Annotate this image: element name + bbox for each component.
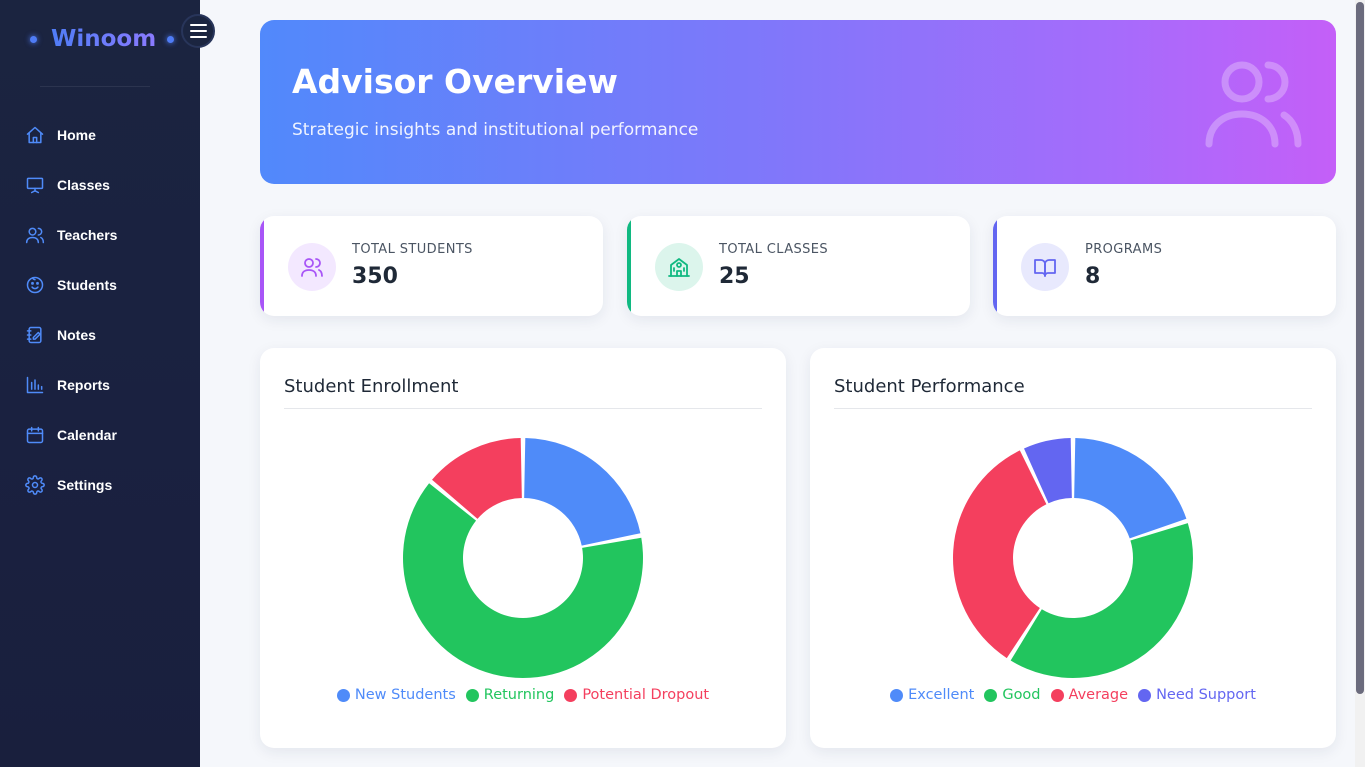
users-icon <box>25 227 45 244</box>
chart-title: Student Performance <box>834 376 1025 397</box>
performance-chart-card: Student Performance Excellent Good Average… <box>810 348 1336 748</box>
bar-chart-icon <box>26 376 44 394</box>
donut-slice-good[interactable] <box>1010 523 1193 678</box>
legend-swatch <box>984 688 998 702</box>
sidebar-item-home[interactable]: Home <box>0 110 200 160</box>
legend-swatch <box>336 688 350 702</box>
performance-legend: Excellent Good Average Need Support <box>810 687 1336 703</box>
divider <box>834 408 1312 409</box>
performance-donut-chart[interactable] <box>943 428 1203 688</box>
legend-item[interactable]: New Students <box>336 687 456 703</box>
gear-icon <box>25 475 45 495</box>
stat-label: PROGRAMS <box>1085 242 1163 257</box>
stat-value: 8 <box>1085 264 1101 289</box>
stat-card-total-classes[interactable]: TOTAL CLASSES 25 <box>627 216 970 316</box>
sidebar-item-label: Students <box>57 277 117 293</box>
legend-swatch <box>1050 688 1064 702</box>
legend-item[interactable]: Returning <box>465 687 555 703</box>
legend-swatch <box>564 688 578 702</box>
stat-icon-circle <box>288 243 336 291</box>
enrollment-donut-chart[interactable] <box>393 428 653 688</box>
stat-value: 350 <box>352 264 398 289</box>
legend-swatch <box>465 688 479 702</box>
enrollment-chart-card: Student Enrollment New Students Returning… <box>260 348 786 748</box>
home-icon <box>26 126 44 144</box>
page-scrollbar[interactable] <box>1355 0 1365 767</box>
legend-swatch <box>1138 688 1152 702</box>
hamburger-icon-line <box>189 30 207 32</box>
chart-title: Student Enrollment <box>284 376 459 397</box>
stat-accent-bar <box>627 216 631 316</box>
sidebar-nav: Home Classes Teachers Students Notes Rep… <box>0 110 200 510</box>
legend-label: Average <box>1068 687 1129 703</box>
stat-icon-circle <box>1021 243 1069 291</box>
brand-name: Winoom <box>51 26 157 52</box>
legend-item[interactable]: Potential Dropout <box>564 687 709 703</box>
divider <box>284 408 762 409</box>
sidebar: Winoom Home Classes Teachers Students No… <box>0 0 200 767</box>
book-open-icon <box>1034 259 1056 277</box>
presentation-icon <box>26 177 44 194</box>
legend-label: New Students <box>354 687 456 703</box>
page-subtitle: Strategic insights and institutional per… <box>292 120 699 140</box>
overview-banner: Advisor Overview Strategic insights and … <box>260 20 1336 184</box>
sidebar-item-teachers[interactable]: Teachers <box>0 210 200 260</box>
brand-divider <box>40 86 150 87</box>
calendar-icon <box>26 426 44 444</box>
sidebar-item-label: Calendar <box>57 427 117 443</box>
hamburger-icon <box>189 24 207 26</box>
sidebar-item-label: Settings <box>57 477 113 493</box>
legend-label: Need Support <box>1156 687 1256 703</box>
brand-dot-left <box>30 35 37 43</box>
stat-label: TOTAL STUDENTS <box>352 242 473 257</box>
hamburger-icon-line <box>189 36 207 38</box>
school-icon <box>668 258 690 277</box>
enrollment-legend: New Students Returning Potential Dropout <box>260 687 786 703</box>
stat-label: TOTAL CLASSES <box>719 242 829 257</box>
brand-logo[interactable]: Winoom <box>30 24 175 54</box>
brand-dot-right <box>167 35 175 43</box>
menu-toggle-button[interactable] <box>181 14 215 48</box>
stat-card-programs[interactable]: PROGRAMS 8 <box>993 216 1336 316</box>
donut-slice-excellent[interactable] <box>1074 438 1187 539</box>
legend-label: Potential Dropout <box>582 687 710 703</box>
users-icon <box>301 258 323 277</box>
sidebar-item-label: Notes <box>57 327 96 343</box>
sidebar-item-notes[interactable]: Notes <box>0 310 200 360</box>
smiley-icon <box>26 276 44 294</box>
sidebar-item-students[interactable]: Students <box>0 260 200 310</box>
legend-label: Returning <box>483 687 555 703</box>
sidebar-item-label: Teachers <box>57 227 118 243</box>
stat-value: 25 <box>719 264 750 289</box>
notebook-icon <box>26 326 42 344</box>
page-title: Advisor Overview <box>292 62 618 101</box>
legend-item[interactable]: Average <box>1050 687 1129 703</box>
sidebar-item-calendar[interactable]: Calendar <box>0 410 200 460</box>
legend-swatch <box>890 688 904 702</box>
stat-accent-bar <box>260 216 264 316</box>
stat-icon-circle <box>655 243 703 291</box>
sidebar-item-label: Home <box>57 127 96 143</box>
stat-accent-bar <box>993 216 997 316</box>
donut-slice-new-students[interactable] <box>524 438 641 546</box>
legend-item[interactable]: Good <box>984 687 1041 703</box>
sidebar-item-classes[interactable]: Classes <box>0 160 200 210</box>
sidebar-item-settings[interactable]: Settings <box>0 460 200 510</box>
legend-item[interactable]: Excellent <box>890 687 974 703</box>
stat-card-total-students[interactable]: TOTAL STUDENTS 350 <box>260 216 603 316</box>
sidebar-item-label: Reports <box>57 377 110 393</box>
legend-label: Excellent <box>908 687 975 703</box>
legend-label: Good <box>1002 687 1041 703</box>
scrollbar-thumb[interactable] <box>1356 2 1364 694</box>
users-icon <box>1205 61 1302 148</box>
legend-item[interactable]: Need Support <box>1138 687 1256 703</box>
sidebar-item-reports[interactable]: Reports <box>0 360 200 410</box>
sidebar-item-label: Classes <box>57 177 110 193</box>
